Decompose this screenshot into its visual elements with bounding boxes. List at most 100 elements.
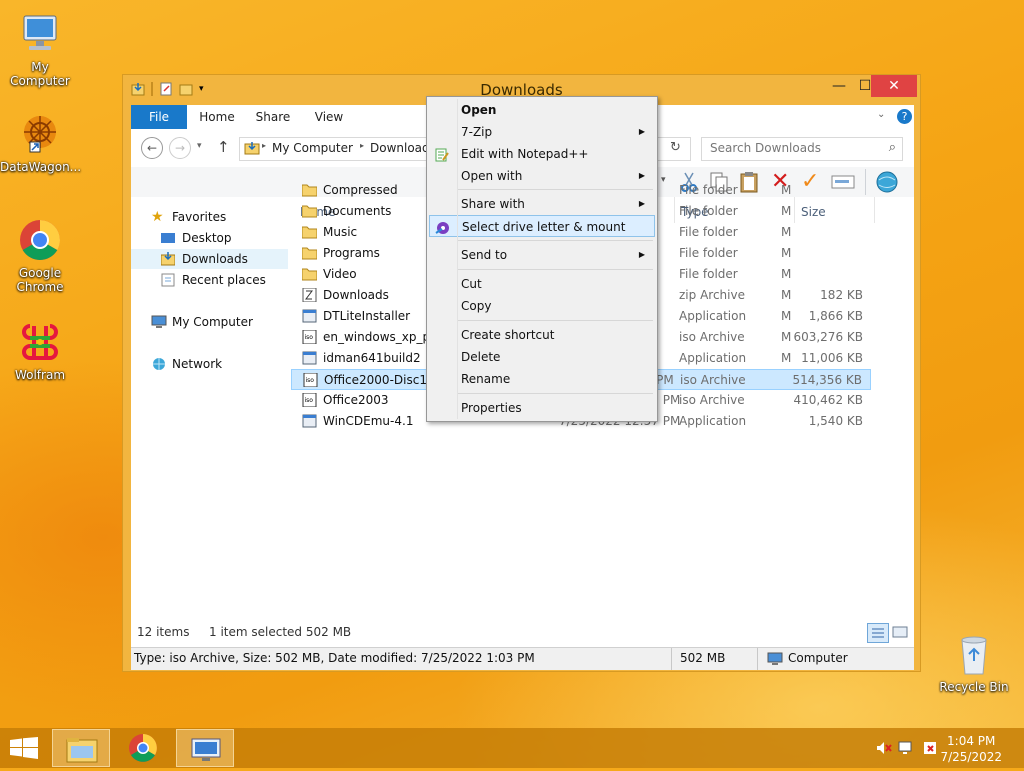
desktop-icon-my-computer[interactable]: My Computer bbox=[0, 10, 80, 88]
context-menu-item[interactable]: Delete bbox=[429, 346, 655, 368]
nav-downloads[interactable]: Downloads bbox=[131, 249, 288, 269]
date-stub: M bbox=[781, 288, 792, 302]
context-menu-label: Open with bbox=[461, 169, 523, 183]
context-menu-item[interactable]: 7-Zip ▶ bbox=[429, 121, 655, 143]
network-icon bbox=[151, 357, 165, 371]
details-location: Computer bbox=[788, 651, 848, 665]
computer-icon bbox=[151, 315, 167, 329]
volume-muted-icon[interactable] bbox=[876, 741, 892, 758]
tab-share[interactable]: Share bbox=[247, 105, 299, 129]
forward-button[interactable]: → bbox=[169, 137, 191, 159]
details-view-button[interactable] bbox=[867, 623, 889, 643]
submenu-arrow-icon: ▶ bbox=[638, 199, 645, 208]
context-menu-item[interactable]: Open bbox=[429, 99, 655, 121]
context-menu-item[interactable]: Open with ▶ bbox=[429, 165, 655, 187]
context-menu-item[interactable]: Send to ▶ bbox=[429, 244, 655, 266]
search-icon[interactable]: ⌕ bbox=[889, 140, 896, 155]
desktop-icon-label: Wolfram bbox=[14, 368, 66, 382]
ribbon-expand-icon[interactable]: ⌄ bbox=[877, 109, 885, 120]
details-text: Type: iso Archive, Size: 502 MB, Date mo… bbox=[134, 651, 535, 665]
desktop-icon-google-chrome[interactable]: Google Chrome bbox=[0, 216, 80, 294]
close-button[interactable]: ✕ bbox=[871, 75, 917, 97]
taskbar-chrome[interactable] bbox=[114, 729, 172, 767]
up-button[interactable]: ↑ bbox=[217, 138, 230, 156]
nav-label: Downloads bbox=[182, 252, 248, 266]
clock[interactable]: 1:04 PM 7/25/2022 bbox=[940, 733, 1002, 765]
nav-label: Recent places bbox=[182, 273, 266, 287]
item-count: 12 items bbox=[137, 625, 190, 639]
back-button[interactable]: ← bbox=[141, 137, 163, 159]
folder-icon bbox=[244, 141, 260, 155]
context-menu-item[interactable]: Copy bbox=[429, 295, 655, 317]
details-size: 502 MB bbox=[680, 651, 726, 665]
context-menu-label: Cut bbox=[461, 277, 482, 291]
desktop-icon-label: My Computer bbox=[10, 60, 70, 88]
app-icon bbox=[302, 351, 317, 365]
desktop-icon-recycle-bin[interactable]: Recycle Bin bbox=[934, 630, 1014, 694]
computer-icon bbox=[767, 652, 783, 669]
taskbar-remote-desktop[interactable] bbox=[176, 729, 234, 767]
context-menu-item[interactable]: Share with ▶ bbox=[429, 193, 655, 215]
file-type: zip Archive bbox=[679, 288, 745, 302]
computer-icon bbox=[16, 10, 64, 58]
app-icon bbox=[302, 414, 317, 428]
file-type: File folder bbox=[679, 246, 738, 260]
folder-icon bbox=[301, 267, 318, 281]
nav-label: Favorites bbox=[172, 210, 227, 224]
desktop-icon-label: DataWagon... bbox=[0, 160, 82, 174]
file-size: 514,356 KB bbox=[792, 373, 862, 387]
file-size: 410,462 KB bbox=[793, 393, 863, 407]
date-stub: M bbox=[781, 225, 792, 239]
context-menu-item[interactable]: Rename bbox=[429, 368, 655, 390]
file-type: Application bbox=[679, 351, 747, 365]
help-icon[interactable]: ? bbox=[897, 109, 912, 124]
large-icons-view-button[interactable] bbox=[891, 624, 909, 640]
recent-locations-icon[interactable]: ▾ bbox=[197, 141, 202, 151]
context-menu-separator bbox=[457, 269, 653, 270]
datawagon-icon bbox=[16, 110, 64, 158]
context-menu-separator bbox=[457, 393, 653, 394]
tab-view[interactable]: View bbox=[303, 105, 355, 129]
breadcrumb-separator: ▸ bbox=[360, 141, 365, 150]
context-menu-item[interactable]: Create shortcut bbox=[429, 324, 655, 346]
context-menu-item[interactable]: Cut bbox=[429, 273, 655, 295]
start-button[interactable] bbox=[10, 737, 38, 762]
context-menu-label: Edit with Notepad++ bbox=[461, 147, 589, 161]
context-menu-label: Select drive letter & mount bbox=[462, 220, 626, 234]
context-menu-item[interactable]: Select drive letter & mount bbox=[429, 215, 655, 237]
star-icon: ★ bbox=[151, 209, 164, 225]
context-menu-separator bbox=[457, 320, 653, 321]
clock-time: 1:04 PM bbox=[947, 734, 996, 748]
desktop-icon-datawagon[interactable]: DataWagon... bbox=[0, 110, 82, 174]
network-status-icon[interactable] bbox=[898, 740, 914, 759]
date-stub: M bbox=[781, 309, 792, 323]
nav-label: My Computer bbox=[172, 315, 253, 329]
status-bar: 12 items 1 item selected 502 MB bbox=[131, 617, 914, 647]
minimize-button[interactable]: — bbox=[826, 75, 852, 97]
folder-icon bbox=[301, 204, 318, 218]
details-bar: Type: iso Archive, Size: 502 MB, Date mo… bbox=[131, 647, 914, 670]
globe-icon[interactable] bbox=[875, 170, 899, 197]
context-menu-item[interactable]: Properties bbox=[429, 397, 655, 419]
file-type: File folder bbox=[679, 225, 738, 239]
large-icons-view-icon bbox=[892, 626, 908, 638]
context-menu: Open 7-Zip ▶ Edit with Notepad++ Open with ▶ S… bbox=[426, 96, 658, 422]
context-menu-item[interactable]: Edit with Notepad++ bbox=[429, 143, 655, 165]
svg-text:iso: iso bbox=[305, 397, 314, 404]
taskbar: 1:04 PM 7/25/2022 bbox=[0, 728, 1024, 768]
tab-file[interactable]: File bbox=[131, 105, 187, 129]
breadcrumb-my-computer[interactable]: My Computer bbox=[272, 141, 353, 155]
windows-logo-icon bbox=[10, 737, 38, 759]
tab-home[interactable]: Home bbox=[191, 105, 243, 129]
context-menu-label: 7-Zip bbox=[461, 125, 493, 139]
folder-icon bbox=[301, 183, 318, 197]
refresh-button[interactable]: ↻ bbox=[670, 140, 681, 155]
desktop-icon-wolfram[interactable]: Wolfram bbox=[0, 318, 80, 382]
submenu-arrow-icon: ▶ bbox=[638, 250, 645, 259]
search-input[interactable]: Search Downloads ⌕ bbox=[701, 137, 903, 161]
iso-icon: iso bbox=[303, 372, 318, 388]
file-type: File folder bbox=[679, 183, 738, 197]
action-center-icon[interactable] bbox=[922, 740, 938, 759]
column-divider[interactable] bbox=[874, 197, 875, 223]
taskbar-file-explorer[interactable] bbox=[52, 729, 110, 767]
